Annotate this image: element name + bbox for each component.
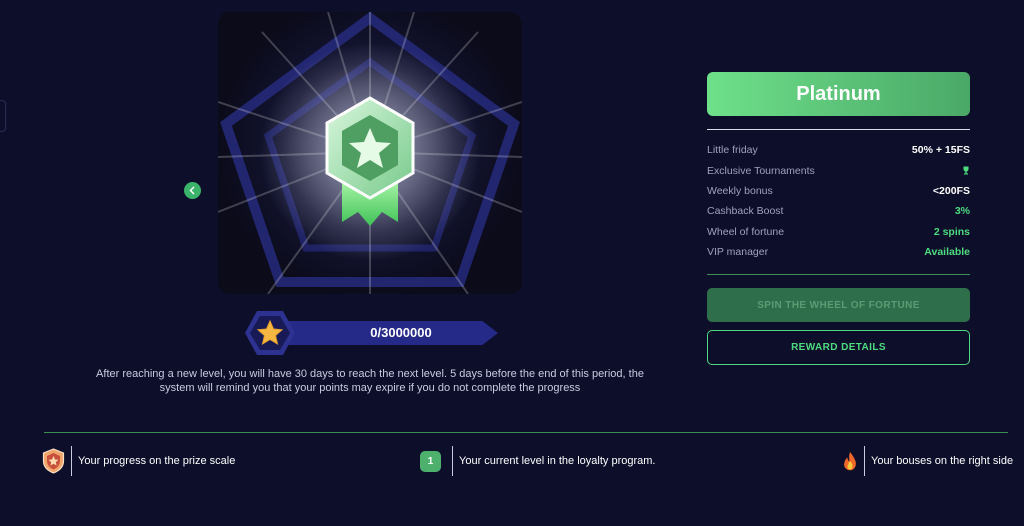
benefit-value: <200FS <box>932 184 970 197</box>
benefit-label: Wheel of fortune <box>707 225 785 238</box>
legend-text: Your bouses on the right side <box>871 455 1014 467</box>
fire-icon <box>844 452 856 471</box>
level-panel: Platinum Little friday 50% + 15FS Exclus… <box>707 72 970 366</box>
benefits-list: Little friday 50% + 15FS Exclusive Tourn… <box>707 140 970 262</box>
badge-illustration <box>218 12 522 294</box>
level-number-badge: 1 <box>420 450 441 472</box>
legend-text: Your progress on the prize scale <box>78 455 236 467</box>
level-badge-card <box>218 12 522 294</box>
legend-progress: Your progress on the prize scale <box>42 446 235 476</box>
legend-bonuses: Your bouses on the right side <box>842 446 1013 476</box>
benefit-value: 50% + 15FS <box>911 144 970 157</box>
legend-separator <box>71 446 72 476</box>
benefit-value: 2 spins <box>933 225 970 238</box>
points-progress: 0/3000000 <box>244 310 514 356</box>
star-hex-icon <box>245 311 295 355</box>
divider <box>707 129 970 130</box>
side-drawer-tab[interactable] <box>0 100 6 132</box>
level-name-button[interactable]: Platinum <box>707 72 970 116</box>
chevron-left-icon <box>189 186 195 195</box>
benefit-row-wheel-of-fortune: Wheel of fortune 2 spins <box>707 222 970 242</box>
footer-divider <box>44 432 1008 433</box>
benefit-row-exclusive-tournaments: Exclusive Tournaments <box>707 160 970 180</box>
benefit-row-vip-manager: VIP manager Available <box>707 242 970 262</box>
previous-level-button[interactable] <box>184 182 201 199</box>
spin-wheel-button[interactable]: SPIN THE WHEEL OF FORTUNE <box>707 288 970 323</box>
trophy-icon <box>963 166 969 175</box>
legend-level: 1 Your current level in the loyalty prog… <box>420 446 655 476</box>
benefit-row-weekly-bonus: Weekly bonus <200FS <box>707 181 970 201</box>
benefit-label: Weekly bonus <box>707 184 773 197</box>
shield-badge-icon <box>42 448 65 474</box>
level-description: After reaching a new level, you will hav… <box>96 368 644 394</box>
legend-text: Your current level in the loyalty progra… <box>459 455 656 467</box>
progress-value: 0/3000000 <box>370 325 432 340</box>
divider <box>707 274 970 276</box>
reward-details-button[interactable]: REWARD DETAILS <box>707 330 970 366</box>
benefit-row-cashback-boost: Cashback Boost 3% <box>707 201 970 221</box>
benefit-label: Exclusive Tournaments <box>707 164 815 177</box>
benefit-row-little-friday: Little friday 50% + 15FS <box>707 140 970 160</box>
benefit-label: Little friday <box>707 144 758 157</box>
benefit-label: Cashback Boost <box>707 205 784 218</box>
legend-separator <box>864 446 865 476</box>
benefit-label: VIP manager <box>707 246 769 259</box>
benefit-value: 3% <box>954 205 970 218</box>
benefit-value: Available <box>924 246 970 259</box>
legend-separator <box>452 446 453 476</box>
